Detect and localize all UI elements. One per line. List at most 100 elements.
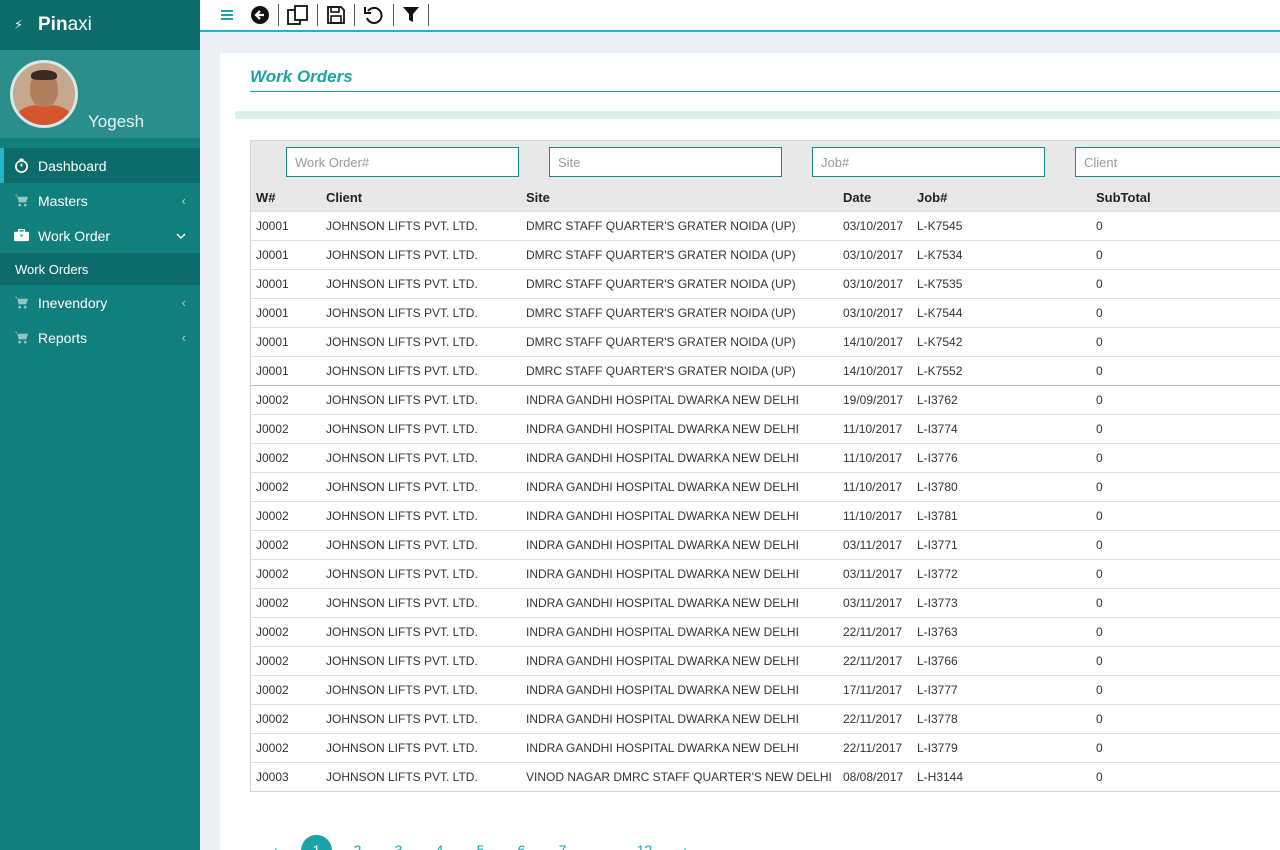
column-header-w[interactable]: W# [251, 184, 321, 211]
cell-date: 03/10/2017 [838, 210, 912, 240]
menu-icon[interactable] [220, 4, 242, 26]
cell-client: JOHNSON LIFTS PVT. LTD. [321, 239, 521, 269]
progress-bar [235, 111, 1280, 119]
chevron-left-icon: ‹ [181, 295, 186, 310]
cell-site: INDRA GANDHI HOSPITAL DWARKA NEW DELHI [521, 674, 838, 704]
cell-subtotal: 0 [1091, 442, 1280, 472]
table-row[interactable]: J0001 JOHNSON LIFTS PVT. LTD. DMRC STAFF Q… [251, 297, 1280, 327]
pagination-page[interactable]: 5 [460, 832, 501, 850]
refresh-icon[interactable] [355, 4, 394, 26]
column-header-job[interactable]: Job# [912, 184, 1091, 211]
table-row[interactable]: J0001 JOHNSON LIFTS PVT. LTD. DMRC STAFF Q… [251, 355, 1280, 386]
sidebar-item-label: Dashboard [38, 157, 107, 174]
pagination-page[interactable]: 6 [501, 832, 542, 850]
job-filter-input[interactable] [812, 147, 1045, 177]
cell-job: L-K7552 [912, 355, 1091, 386]
cell-subtotal: 0 [1091, 384, 1280, 414]
cell-job: L-I3778 [912, 703, 1091, 733]
table-row[interactable]: J0002 JOHNSON LIFTS PVT. LTD. INDRA GANDHI… [251, 674, 1280, 704]
pagination-page[interactable]: ... [583, 832, 624, 850]
table-row[interactable]: J0002 JOHNSON LIFTS PVT. LTD. INDRA GANDHI… [251, 471, 1280, 501]
filter-icon[interactable] [394, 4, 429, 26]
column-header-site[interactable]: Site [521, 184, 838, 211]
table-row[interactable]: J0001 JOHNSON LIFTS PVT. LTD. DMRC STAFF Q… [251, 326, 1280, 356]
cell-site: DMRC STAFF QUARTER'S GRATER NOIDA (UP) [521, 210, 838, 240]
work-order-filter-input[interactable] [286, 147, 519, 177]
cell-subtotal: 0 [1091, 210, 1280, 240]
table-row[interactable]: J0002 JOHNSON LIFTS PVT. LTD. INDRA GANDHI… [251, 384, 1280, 414]
pagination-page[interactable]: 2 [337, 832, 378, 850]
table-row[interactable]: J0002 JOHNSON LIFTS PVT. LTD. INDRA GANDHI… [251, 587, 1280, 617]
pagination-page-label: 5 [476, 842, 485, 850]
column-header-client[interactable]: Client [321, 184, 521, 211]
cell-date: 22/11/2017 [838, 616, 912, 646]
cell-job: L-I3763 [912, 616, 1091, 646]
table-row[interactable]: J0002 JOHNSON LIFTS PVT. LTD. INDRA GANDHI… [251, 500, 1280, 530]
table-row[interactable]: J0002 JOHNSON LIFTS PVT. LTD. INDRA GANDHI… [251, 645, 1280, 675]
sidebar-item-reports[interactable]: Reports ‹ [0, 320, 200, 355]
back-icon[interactable] [242, 4, 279, 26]
sidebar-item-label: Reports [38, 329, 88, 346]
cell-wo-number: J0003 [251, 761, 321, 791]
table-row[interactable]: J0002 JOHNSON LIFTS PVT. LTD. INDRA GANDHI… [251, 413, 1280, 443]
brand-name[interactable]: Pinaxi [38, 14, 92, 36]
cell-client: JOHNSON LIFTS PVT. LTD. [321, 210, 521, 240]
cell-client: JOHNSON LIFTS PVT. LTD. [321, 471, 521, 501]
table-row[interactable]: J0002 JOHNSON LIFTS PVT. LTD. INDRA GANDHI… [251, 703, 1280, 733]
cell-wo-number: J0002 [251, 384, 321, 414]
bolt-icon: ⚡ [14, 17, 24, 32]
table-row[interactable]: J0002 JOHNSON LIFTS PVT. LTD. INDRA GANDHI… [251, 732, 1280, 762]
cell-subtotal: 0 [1091, 587, 1280, 617]
filter-row [251, 141, 1280, 184]
site-filter-input[interactable] [549, 147, 782, 177]
cell-wo-number: J0002 [251, 558, 321, 588]
cell-subtotal: 0 [1091, 761, 1280, 791]
sidebar-item-masters[interactable]: Masters ‹ [0, 183, 200, 218]
content-panel: Work Orders W# Client Site Date Job# Sub… [220, 53, 1280, 850]
sidebar-item-inventory[interactable]: Inevendory ‹ [0, 285, 200, 320]
table-row[interactable]: J0001 JOHNSON LIFTS PVT. LTD. DMRC STAFF Q… [251, 210, 1280, 240]
cell-date: 11/10/2017 [838, 471, 912, 501]
avatar[interactable] [10, 60, 78, 128]
pagination-next[interactable]: › [665, 832, 706, 850]
pagination-page[interactable]: 3 [378, 832, 419, 850]
sidebar-subitem-work-orders[interactable]: Work Orders [0, 253, 200, 285]
cell-date: 11/10/2017 [838, 442, 912, 472]
cell-date: 11/10/2017 [838, 413, 912, 443]
table-row[interactable]: J0001 JOHNSON LIFTS PVT. LTD. DMRC STAFF Q… [251, 268, 1280, 298]
cell-subtotal: 0 [1091, 558, 1280, 588]
cell-wo-number: J0002 [251, 413, 321, 443]
column-header-date[interactable]: Date [838, 184, 912, 211]
cell-job: L-I3779 [912, 732, 1091, 762]
pagination-page[interactable]: 4 [419, 832, 460, 850]
pagination-page[interactable]: 1 [296, 832, 337, 850]
cell-job: L-K7534 [912, 239, 1091, 269]
save-icon[interactable] [318, 4, 355, 26]
table-row[interactable]: J0002 JOHNSON LIFTS PVT. LTD. INDRA GANDHI… [251, 529, 1280, 559]
table-row[interactable]: J0001 JOHNSON LIFTS PVT. LTD. DMRC STAFF Q… [251, 239, 1280, 269]
table-row[interactable]: J0003 JOHNSON LIFTS PVT. LTD. VINOD NAGAR … [251, 761, 1280, 791]
cell-job: L-H3144 [912, 761, 1091, 791]
sidebar-item-work-order[interactable]: Work Order [0, 218, 200, 253]
copy-icon[interactable] [279, 4, 318, 26]
table-row[interactable]: J0002 JOHNSON LIFTS PVT. LTD. INDRA GANDHI… [251, 616, 1280, 646]
pagination-page[interactable]: 12 [624, 832, 665, 850]
cell-subtotal: 0 [1091, 703, 1280, 733]
column-header-subtotal[interactable]: SubTotal [1091, 184, 1280, 211]
sidebar-item-dashboard[interactable]: Dashboard [0, 148, 200, 183]
table-row[interactable]: J0002 JOHNSON LIFTS PVT. LTD. INDRA GANDHI… [251, 558, 1280, 588]
table-body: J0001 JOHNSON LIFTS PVT. LTD. DMRC STAFF Q… [251, 210, 1280, 791]
pagination-page[interactable]: 7 [542, 832, 583, 850]
cell-date: 19/09/2017 [838, 384, 912, 414]
client-filter-input[interactable] [1075, 147, 1280, 177]
cell-wo-number: J0002 [251, 703, 321, 733]
cell-client: JOHNSON LIFTS PVT. LTD. [321, 616, 521, 646]
cell-client: JOHNSON LIFTS PVT. LTD. [321, 268, 521, 298]
cell-client: JOHNSON LIFTS PVT. LTD. [321, 500, 521, 530]
cell-wo-number: J0001 [251, 268, 321, 298]
table-row[interactable]: J0002 JOHNSON LIFTS PVT. LTD. INDRA GANDHI… [251, 442, 1280, 472]
cell-subtotal: 0 [1091, 268, 1280, 298]
pagination-page-label: 2 [353, 842, 362, 850]
pagination-prev[interactable]: ‹ [255, 832, 296, 850]
user-name: Yogesh [88, 112, 145, 131]
